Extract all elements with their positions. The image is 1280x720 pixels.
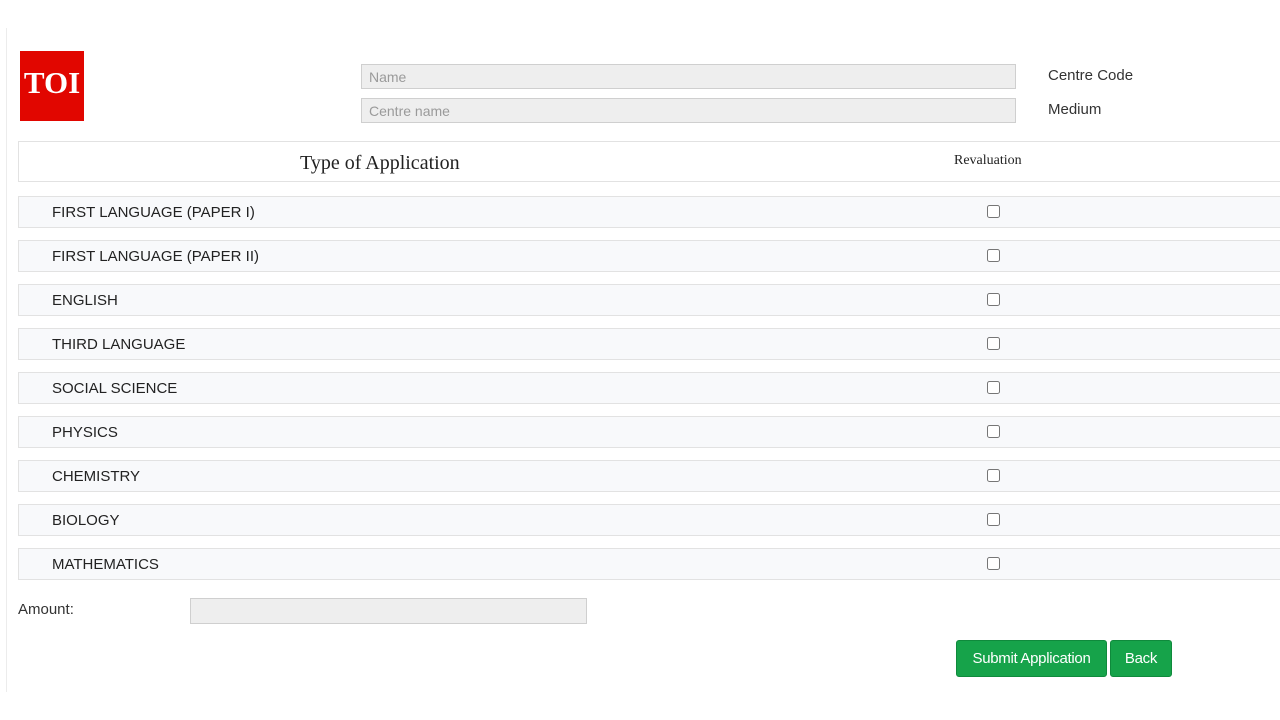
subject-label: PHYSICS xyxy=(52,424,118,441)
subject-row-english: ENGLISH xyxy=(18,284,1280,316)
subject-row-social-science: SOCIAL SCIENCE xyxy=(18,372,1280,404)
type-of-application-heading: Type of Application xyxy=(300,152,460,174)
subject-label: THIRD LANGUAGE xyxy=(52,336,186,353)
subject-label: MATHEMATICS xyxy=(52,556,159,573)
revaluation-checkbox-physics[interactable] xyxy=(987,425,1000,438)
medium-label: Medium xyxy=(1048,101,1102,118)
subject-row-biology: BIOLOGY xyxy=(18,504,1280,536)
revaluation-heading: Revaluation xyxy=(954,153,1022,168)
revaluation-checkbox-third-language[interactable] xyxy=(987,337,1000,350)
revaluation-checkbox-social-science[interactable] xyxy=(987,381,1000,394)
left-divider xyxy=(6,28,7,692)
name-input[interactable] xyxy=(361,64,1016,89)
subject-row-physics: PHYSICS xyxy=(18,416,1280,448)
back-button[interactable]: Back xyxy=(1110,640,1172,677)
submit-application-button[interactable]: Submit Application xyxy=(956,640,1107,677)
revaluation-checkbox-chemistry[interactable] xyxy=(987,469,1000,482)
subject-label: FIRST LANGUAGE (PAPER II) xyxy=(52,248,259,265)
centre-name-input[interactable] xyxy=(361,98,1016,123)
revaluation-checkbox-first-language-paper-1[interactable] xyxy=(987,205,1000,218)
revaluation-checkbox-biology[interactable] xyxy=(987,513,1000,526)
subject-row-third-language: THIRD LANGUAGE xyxy=(18,328,1280,360)
centre-code-label: Centre Code xyxy=(1048,67,1134,84)
subject-label: ENGLISH xyxy=(52,292,118,309)
amount-label: Amount: xyxy=(18,601,74,618)
application-table-header: Type of Application Revaluation xyxy=(18,141,1280,182)
subject-label: FIRST LANGUAGE (PAPER I) xyxy=(52,204,255,221)
subject-label: SOCIAL SCIENCE xyxy=(52,380,178,397)
revaluation-checkbox-english[interactable] xyxy=(987,293,1000,306)
revaluation-checkbox-mathematics[interactable] xyxy=(987,557,1000,570)
subject-label: BIOLOGY xyxy=(52,512,120,529)
subject-label: CHEMISTRY xyxy=(52,468,141,485)
subject-row-chemistry: CHEMISTRY xyxy=(18,460,1280,492)
subject-row-mathematics: MATHEMATICS xyxy=(18,548,1280,580)
subject-row-first-language-paper-1: FIRST LANGUAGE (PAPER I) xyxy=(18,196,1280,228)
toi-logo: TOI xyxy=(20,51,84,121)
amount-input[interactable] xyxy=(190,598,587,624)
revaluation-application-page: TOI ame Centre Code Medium Type of Appli… xyxy=(0,0,1280,720)
revaluation-checkbox-first-language-paper-2[interactable] xyxy=(987,249,1000,262)
subject-row-first-language-paper-2: FIRST LANGUAGE (PAPER II) xyxy=(18,240,1280,272)
